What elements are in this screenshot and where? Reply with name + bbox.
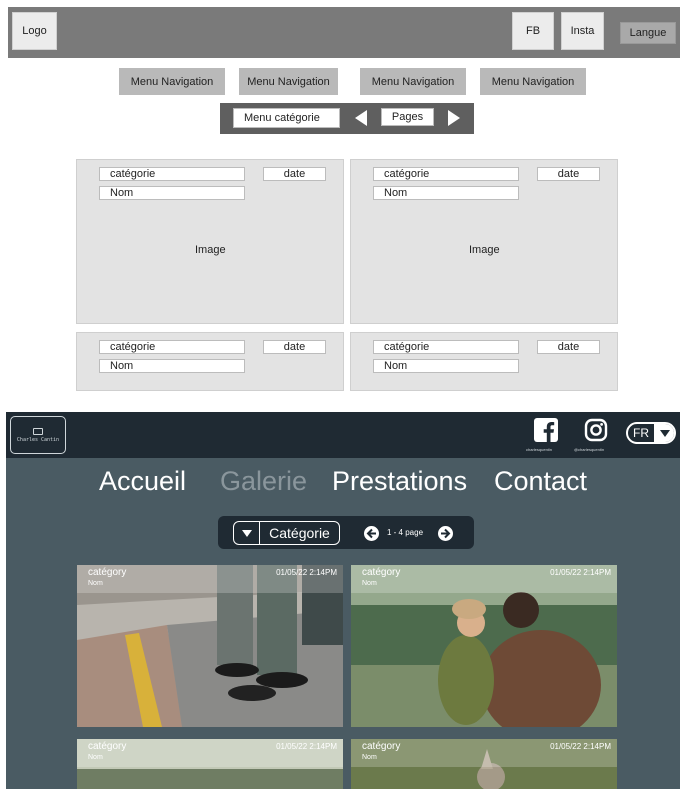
card-category: catégory [362,567,401,578]
wireframe-nav-item-3[interactable]: Menu Navigation [360,68,466,95]
gallery-card-2[interactable]: catégory Nom 01/05/22 2:14PM [351,565,617,727]
nav-contact[interactable]: Contact [494,466,587,497]
wireframe-card-category-text: catégorie [110,168,156,180]
wireframe-nav-label: Menu Navigation [130,75,214,88]
wireframe-card-date-text: date [557,168,580,180]
wireframe-nav-label: Menu Navigation [371,75,455,88]
wireframe-card-1[interactable]: catégorie date Nom Image [76,159,344,324]
instagram-handle: @charlesquentin [574,447,605,452]
wireframe-card-nom-text: Nom [384,360,408,372]
wireframe-langue-button[interactable]: Langue [620,22,676,44]
wireframe-card-date-text: date [557,341,580,353]
card-date: 01/05/22 2:14PM [276,568,337,577]
camera-icon [33,427,43,435]
wireframe-nav-item-1[interactable]: Menu Navigation [119,68,225,95]
wireframe-pages-label: Pages [391,111,424,123]
card-category: catégory [88,567,127,578]
wireframe-fb-label: FB [525,25,541,37]
wireframe-category-menu-label: Menu catégorie [244,112,320,124]
wireframe-nav-label: Menu Navigation [247,75,330,88]
prev-page-button[interactable] [364,526,379,541]
category-bar: Catégorie 1 - 4 page [218,516,474,549]
wireframe-card-date: date [537,167,600,181]
wireframe-card-nom-text: Nom [110,187,134,199]
mockup-header: Charles Cantin charlesquentin @charlesqu… [6,412,680,458]
wireframe-nav-label: Menu Navigation [491,75,575,88]
wireframe-fb-button[interactable]: FB [512,12,554,50]
page: Logo FB Insta Langue Menu Navigation Men… [0,0,680,789]
wireframe-card-category: catégorie [373,167,519,181]
wireframe-pages-indicator: Pages [381,108,434,126]
card-category: catégory [88,741,127,752]
wireframe-nav-item-4[interactable]: Menu Navigation [480,68,586,95]
wireframe-logo[interactable]: Logo [12,12,57,50]
gallery-card-1[interactable]: catégory Nom 01/05/22 2:14PM [77,565,343,727]
wireframe-prev-arrow-icon[interactable] [355,110,367,126]
wireframe-card-nom: Nom [373,186,519,200]
category-select-label: Catégorie [269,525,330,541]
category-select[interactable]: Catégorie [233,521,340,545]
language-label: FR [628,424,656,442]
wireframe-card-date: date [263,167,326,181]
wireframe-card-nom: Nom [373,359,519,373]
nav-prestations[interactable]: Prestations [332,466,467,497]
mockup-logo-text: Charles Cantin [16,436,60,443]
wireframe-card-4[interactable]: catégorie date Nom [350,332,618,391]
card-nom: Nom [88,580,103,587]
language-select[interactable]: FR [626,422,676,444]
wireframe-card-image-label: Image [469,244,500,256]
chevron-down-icon [656,424,674,442]
wireframe-langue-label: Langue [629,27,667,39]
wireframe-logo-label: Logo [22,25,47,37]
wireframe-card-category-text: catégorie [384,341,430,353]
card-nom: Nom [362,580,377,587]
wireframe-insta-label: Insta [570,25,595,37]
wireframe-card-category-text: catégorie [384,168,430,180]
nav-galerie[interactable]: Galerie [220,466,307,497]
wireframe-card-nom: Nom [99,186,245,200]
nav-accueil[interactable]: Accueil [99,466,186,497]
instagram-icon[interactable] [584,418,608,442]
wireframe-insta-button[interactable]: Insta [561,12,604,50]
mockup: Charles Cantin charlesquentin @charlesqu… [6,412,680,789]
card-date: 01/05/22 2:14PM [550,742,611,751]
card-category: catégory [362,741,401,752]
wireframe-card-category: catégorie [99,340,245,354]
card-nom: Nom [88,754,103,761]
wireframe-card-category-text: catégorie [110,341,156,353]
facebook-handle: charlesquentin [526,447,553,452]
wireframe-card-3[interactable]: catégorie date Nom [76,332,344,391]
wireframe-next-arrow-icon[interactable] [448,110,460,126]
caret-down-icon [234,522,260,544]
wireframe-category-menu[interactable]: Menu catégorie [233,108,340,128]
mockup-logo[interactable]: Charles Cantin [10,416,66,454]
wireframe-card-category: catégorie [373,340,519,354]
wireframe-card-date-text: date [283,341,306,353]
card-nom: Nom [362,754,377,761]
wireframe-nav-item-2[interactable]: Menu Navigation [239,68,338,95]
arrow-left-icon [366,528,376,539]
pages-indicator: 1 - 4 page [387,528,424,537]
gallery-card-3[interactable]: catégory Nom 01/05/22 2:14PM [77,739,343,789]
wireframe-card-image-label: Image [195,244,226,256]
wireframe-card-date-text: date [283,168,306,180]
wireframe-card-date: date [537,340,600,354]
gallery-card-4[interactable]: catégory Nom 01/05/22 2:14PM [351,739,617,789]
arrow-right-icon [441,528,451,539]
card-date: 01/05/22 2:14PM [276,742,337,751]
wireframe-card-nom-text: Nom [384,187,408,199]
card-date: 01/05/22 2:14PM [550,568,611,577]
wireframe-card-nom-text: Nom [110,360,134,372]
wireframe-card-date: date [263,340,326,354]
wireframe-card-2[interactable]: catégorie date Nom Image [350,159,618,324]
wireframe-card-category: catégorie [99,167,245,181]
facebook-icon[interactable] [534,418,558,442]
next-page-button[interactable] [438,526,453,541]
wireframe-card-nom: Nom [99,359,245,373]
